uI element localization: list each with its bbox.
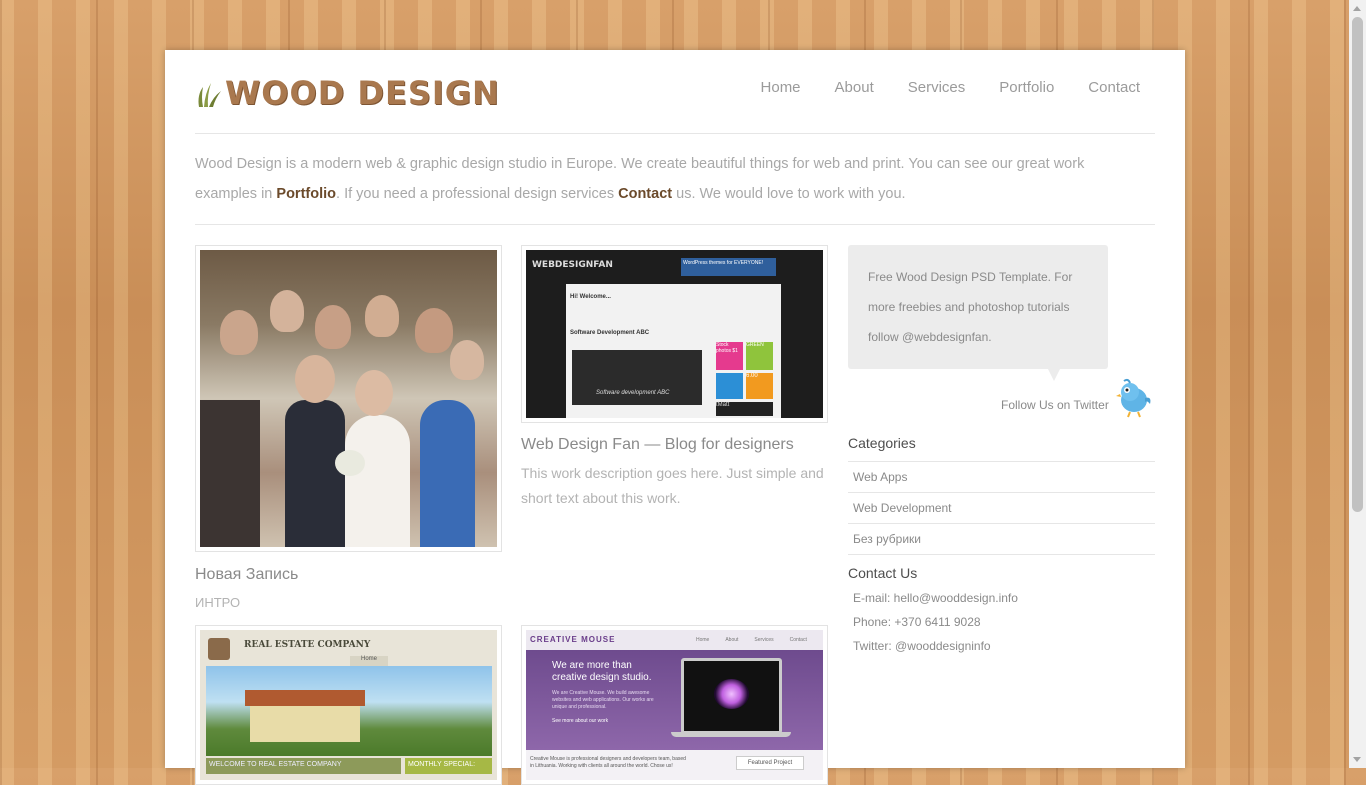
re-welcome: WELCOME TO REAL ESTATE COMPANY [206,758,401,774]
creative-mouse-screenshot: CREATIVE MOUSE Home About Services Conta… [526,630,823,780]
intro-part-3: us. We would love to work with you. [672,186,906,202]
wdf-logo-text: WEBDESIGNFAN [532,260,613,270]
cm-nav-item: Services [754,637,774,643]
post-thumbnail[interactable] [195,245,502,552]
nav-home[interactable]: Home [761,79,801,96]
twitter-bird-icon[interactable] [1116,378,1152,418]
wdf-ad-2: GREEN [746,342,773,370]
post-thumbnail[interactable]: CREATIVE MOUSE Home About Services Conta… [521,625,828,785]
cm-nav-item: About [725,637,739,643]
tweet-bubble: Free Wood Design PSD Template. For more … [848,245,1108,381]
categories-list: Web Apps Web Development Без рубрики [848,461,1155,555]
category-item[interactable]: Без рубрики [848,523,1155,555]
re-special: MONTHLY SPECIAL: [405,758,492,774]
nav-services[interactable]: Services [908,79,966,96]
main-nav: Home About Services Portfolio Contact [761,79,1140,96]
category-item[interactable]: Web Development [848,492,1155,523]
cm-brand: CREATIVE MOUSE [530,635,616,644]
post-title[interactable]: Web Design Fan — Blog for designers [521,436,794,454]
sidebar: Free Wood Design PSD Template. For more … [848,245,1155,653]
nav-about[interactable]: About [835,79,874,96]
wdf-ad-1: Stock photos $1 [716,342,743,370]
post-thumbnail[interactable]: WEBDESIGNFAN WordPress themes for EVERYO… [521,245,828,423]
wdf-welcome: Hi! Welcome... [570,294,611,300]
header-divider [195,133,1155,134]
intro-contact-link[interactable]: Contact [618,186,672,202]
webdesignfan-screenshot: WEBDESIGNFAN WordPress themes for EVERYO… [526,250,823,418]
contact-twitter[interactable]: Twitter: @wooddesigninfo [853,639,991,653]
nav-contact[interactable]: Contact [1088,79,1140,96]
page-container: WOOD DESIGN Home About Services Portfoli… [165,50,1185,785]
re-brand: REAL ESTATE COMPANY [244,640,371,650]
grass-icon [198,83,221,107]
real-estate-screenshot: REAL ESTATE COMPANY Home WELCOME TO REAL… [200,630,497,780]
scroll-up-arrow-icon[interactable] [1353,6,1361,11]
wdf-ad-4: tMatt [716,402,773,416]
cm-link: See more about our work [552,718,609,724]
logo-text: WOOD DESIGN [225,74,500,112]
wedding-photo [200,250,497,547]
contact-title: Contact Us [848,565,918,581]
scroll-down-arrow-icon[interactable] [1353,757,1361,762]
cm-nav-item: Contact [789,637,807,643]
follow-twitter-link[interactable]: Follow Us on Twitter [1001,398,1109,412]
cm-body: We are Creative Mouse. We build awesome … [552,690,654,710]
contact-email[interactable]: E-mail: hello@wooddesign.info [853,591,1018,605]
intro-text: Wood Design is a modern web & graphic de… [195,149,1145,209]
post-thumbnail[interactable]: REAL ESTATE COMPANY Home WELCOME TO REAL… [195,625,502,785]
categories-title: Categories [848,435,916,451]
wdf-banner-text: WordPress themes for EVERYONE! [681,258,776,276]
intro-portfolio-link[interactable]: Portfolio [276,186,336,202]
post-description: This work description goes here. Just si… [521,465,824,506]
wdf-ad-3: 6.00 [746,373,773,399]
wdf-article-title: Software Development ABC [570,330,650,336]
cm-nav-item: Home [696,637,710,643]
cm-headline-line-2: creative design studio. [552,672,652,683]
post-meta: ИНТРО [195,595,241,610]
wdf-caption: Software development ABC [596,390,670,396]
intro-divider [195,224,1155,225]
scrollbar-thumb[interactable] [1352,17,1363,512]
intro-part-2: . If you need a professional design serv… [336,186,619,202]
post-title[interactable]: Новая Запись [195,566,298,584]
cm-headline-line-1: We are more than [552,660,632,671]
contact-phone: Phone: +370 6411 9028 [853,615,981,629]
nav-portfolio[interactable]: Portfolio [999,79,1054,96]
site-logo[interactable]: WOOD DESIGN [195,74,500,112]
re-tab: Home [350,656,388,666]
category-item[interactable]: Web Apps [848,461,1155,492]
page-scrollbar[interactable] [1349,0,1366,768]
